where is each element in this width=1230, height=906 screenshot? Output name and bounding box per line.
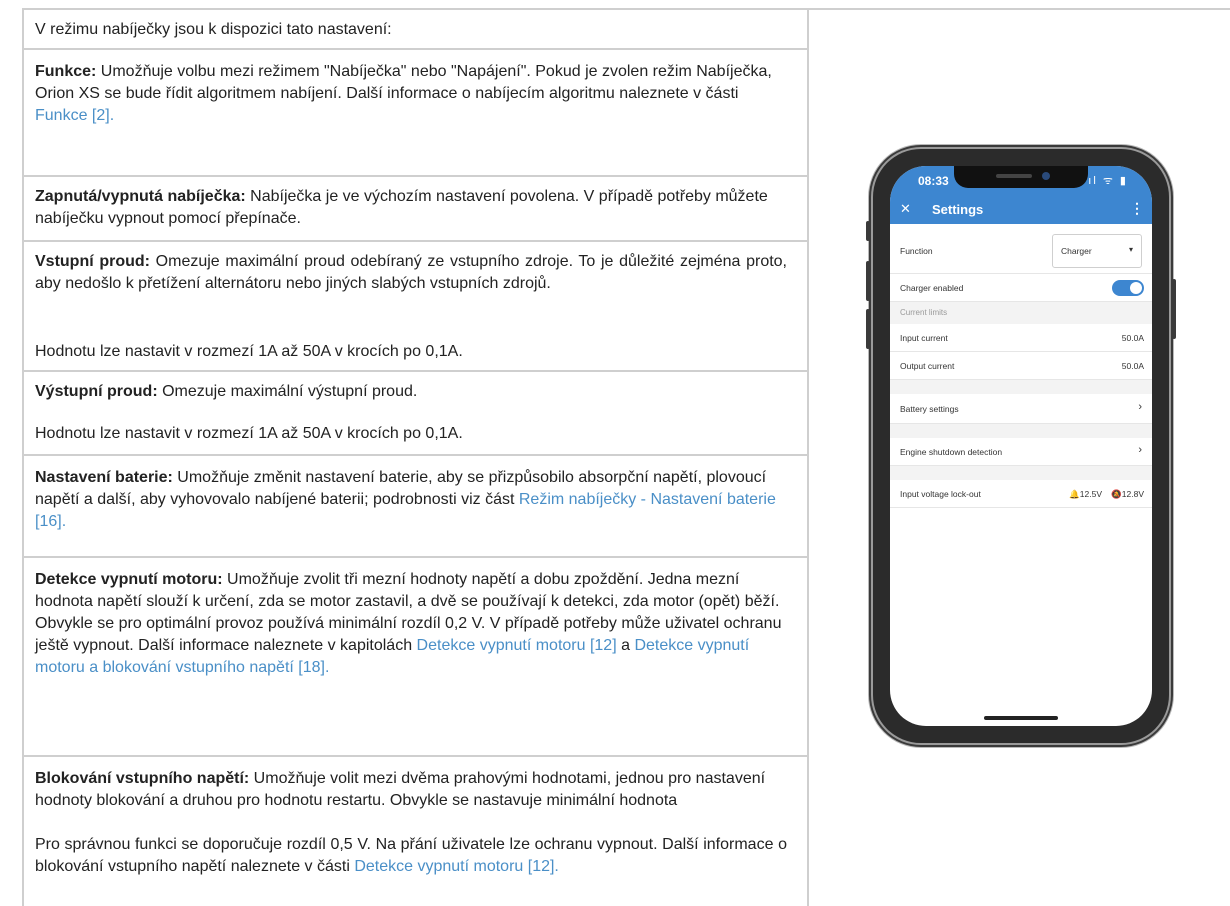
phone-mockup: 08:33 ıl ᯤ ▮ ✕ Settings ⋮ Function Charg… — [866, 149, 1176, 743]
charger-enable-term: Zapnutá/vypnutá nabíječka: — [35, 188, 246, 205]
input-current-description: Vstupní proud: Omezuje maximální proud o… — [35, 251, 787, 295]
output-current-row: Výstupní proud: Omezuje maximální výstup… — [24, 372, 807, 456]
description-column: V režimu nabíječky jsou k dispozici tato… — [22, 10, 809, 906]
function-setting: Function Charger ▾ — [890, 228, 1152, 274]
engine-shutdown-row: Detekce vypnutí motoru: Umožňuje zvolit … — [24, 558, 807, 757]
voltage-lockout-term: Blokování vstupního napětí: — [35, 770, 250, 787]
input-current-range: Hodnotu lze nastavit v rozmezí 1A až 50A… — [35, 343, 463, 360]
chevron-right-icon: › — [1138, 401, 1142, 413]
close-icon[interactable]: ✕ — [900, 201, 911, 217]
function-dropdown-value: Charger — [1061, 246, 1092, 256]
input-current-row: Vstupní proud: Omezuje maximální proud o… — [24, 242, 807, 372]
battery-settings-row: Nastavení baterie: Umožňuje změnit nasta… — [24, 456, 807, 558]
speaker — [996, 174, 1032, 178]
dropdown-arrow-icon: ▾ — [1128, 245, 1133, 254]
output-current-range: Hodnotu lze nastavit v rozmezí 1A až 50A… — [35, 425, 463, 442]
output-current-text: Omezuje maximální výstupní proud. — [157, 383, 418, 400]
app-title: Settings — [932, 202, 984, 217]
volume-up-button — [866, 261, 870, 301]
charger-enabled-toggle[interactable] — [1112, 280, 1144, 296]
charger-enable-description: Zapnutá/vypnutá nabíječka: Nabíječka je … — [35, 186, 787, 230]
output-current-description: Výstupní proud: Omezuje maximální výstup… — [35, 381, 787, 403]
battery-settings-description: Nastavení baterie: Umožňuje změnit nasta… — [35, 467, 787, 533]
battery-settings-label: Battery settings — [900, 404, 959, 414]
voltage-lockout-link[interactable]: Detekce vypnutí motoru [12]. — [354, 858, 559, 875]
status-time: 08:33 — [918, 174, 949, 188]
more-menu-icon[interactable]: ⋮ — [1130, 200, 1144, 217]
lockout-value: 🔔12.5V — [1069, 489, 1102, 499]
notch — [954, 166, 1088, 188]
engine-shutdown-term: Detekce vypnutí motoru: — [35, 571, 223, 588]
signal-wifi-battery-icon: ıl ᯤ ▮ — [1088, 175, 1128, 187]
current-limits-header: Current limits — [890, 302, 1152, 324]
intro-text: V režimu nabíječky jsou k dispozici tato… — [35, 21, 392, 38]
engine-shutdown-description: Detekce vypnutí motoru: Umožňuje zvolit … — [35, 569, 787, 679]
charger-enabled-setting: Charger enabled — [890, 274, 1152, 302]
function-label: Function — [900, 246, 933, 256]
function-link[interactable]: Funkce [2]. — [35, 107, 114, 124]
battery-settings-term: Nastavení baterie: — [35, 469, 173, 486]
current-limits-label: Current limits — [900, 308, 948, 317]
chevron-right-icon: › — [1138, 444, 1142, 456]
toggle-knob — [1130, 282, 1142, 294]
voltage-lockout-note: Pro správnou funkci se doporučuje rozdíl… — [35, 834, 787, 878]
function-row: Funkce: Umožňuje volbu mezi režimem "Nab… — [24, 50, 807, 177]
function-text: Umožňuje volbu mezi režimem "Nabíječka" … — [35, 63, 772, 102]
output-current-label: Output current — [900, 361, 955, 371]
input-current-label: Input current — [900, 333, 948, 343]
input-current-setting[interactable]: Input current 50.0A — [890, 324, 1152, 352]
voltage-lockout-description: Blokování vstupního napětí: Umožňuje vol… — [35, 768, 787, 812]
section-divider — [890, 466, 1152, 480]
function-description: Funkce: Umožňuje volbu mezi režimem "Nab… — [35, 61, 787, 127]
front-camera — [1042, 172, 1050, 180]
output-current-value: 50.0A — [1121, 361, 1144, 371]
output-current-term: Výstupní proud: — [35, 383, 158, 400]
voltage-lockout-item[interactable]: Input voltage lock-out 🔔12.5V 🔕12.8V — [890, 480, 1152, 508]
charger-enable-row: Zapnutá/vypnutá nabíječka: Nabíječka je … — [24, 177, 807, 242]
function-dropdown[interactable]: Charger ▾ — [1052, 234, 1142, 268]
home-indicator — [984, 716, 1058, 720]
engine-shutdown-link-1[interactable]: Detekce vypnutí motoru [12] — [417, 637, 617, 654]
engine-shutdown-label: Engine shutdown detection — [900, 447, 1003, 457]
voltage-lockout-row: Blokování vstupního napětí: Umožňuje vol… — [24, 757, 807, 906]
section-divider — [890, 380, 1152, 394]
mute-switch — [866, 221, 870, 241]
app-bar: ✕ Settings ⋮ — [890, 196, 1152, 224]
restart-value: 🔕12.8V — [1111, 489, 1144, 499]
function-term: Funkce: — [35, 63, 97, 80]
engine-shutdown-item[interactable]: Engine shutdown detection › — [890, 438, 1152, 466]
engine-shutdown-and: a — [616, 637, 635, 654]
charger-enabled-label: Charger enabled — [900, 283, 964, 293]
volume-down-button — [866, 309, 870, 349]
section-divider — [890, 424, 1152, 438]
input-current-value: 50.0A — [1121, 333, 1144, 343]
power-button — [1172, 279, 1176, 339]
intro-row: V režimu nabíječky jsou k dispozici tato… — [24, 10, 807, 50]
voltage-lockout-label: Input voltage lock-out — [900, 489, 981, 499]
output-current-setting[interactable]: Output current 50.0A — [890, 352, 1152, 380]
battery-settings-item[interactable]: Battery settings › — [890, 394, 1152, 424]
input-current-term: Vstupní proud: — [35, 253, 150, 270]
phone-screen: 08:33 ıl ᯤ ▮ ✕ Settings ⋮ Function Charg… — [890, 166, 1152, 726]
